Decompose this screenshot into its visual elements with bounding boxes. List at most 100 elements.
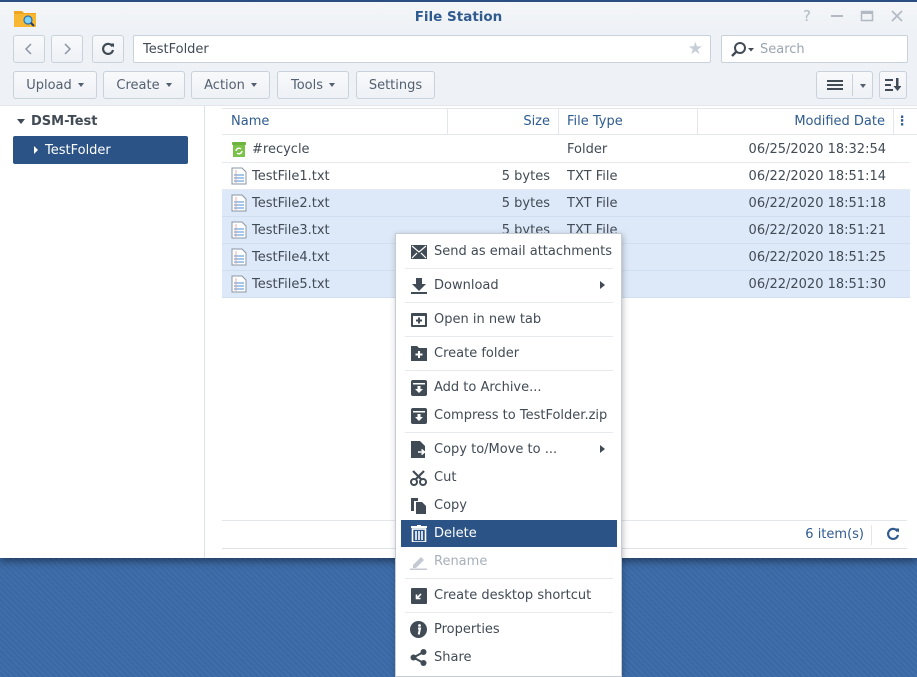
- file-modified: 06/22/2020 18:51:30: [748, 277, 886, 292]
- file-size: 5 bytes: [501, 169, 550, 184]
- file-row[interactable]: TestFile2.txt 5 bytes TXT File 06/22/2020 1…: [222, 190, 910, 217]
- tools-button[interactable]: Tools: [277, 71, 349, 99]
- column-modified-label: Modified Date: [794, 114, 885, 129]
- settings-button[interactable]: Settings: [356, 71, 435, 99]
- menu-item-copy[interactable]: Copy: [401, 492, 617, 519]
- tree-node-root[interactable]: DSM-Test: [17, 114, 98, 129]
- chevron-right-icon: [64, 43, 72, 55]
- file-modified: 06/22/2020 18:51:25: [748, 250, 886, 265]
- path-text: TestFolder: [143, 42, 209, 57]
- submenu-arrow-icon: [600, 445, 605, 453]
- file-modified: 06/22/2020 18:51:18: [748, 196, 886, 211]
- scissors-icon: [410, 469, 427, 486]
- action-button[interactable]: Action: [191, 71, 270, 99]
- favorite-star-icon[interactable]: ★: [688, 39, 703, 59]
- refresh-button[interactable]: [92, 35, 124, 63]
- menu-item-label: Delete: [434, 526, 477, 541]
- email-icon: [410, 243, 427, 260]
- tree-root-label: DSM-Test: [31, 114, 98, 129]
- file-type: Folder: [567, 142, 608, 157]
- menu-item-label: Share: [434, 650, 472, 665]
- menu-item-compress-to-testfolder-zip[interactable]: Compress to TestFolder.zip: [401, 402, 617, 429]
- chevron-down-icon: [329, 83, 336, 87]
- menu-separator: [405, 432, 613, 433]
- close-icon[interactable]: [889, 8, 905, 24]
- share-icon: [410, 649, 427, 666]
- refresh-icon: [102, 42, 115, 55]
- menu-item-delete[interactable]: Delete: [401, 520, 617, 547]
- copy-move-icon: [410, 441, 427, 458]
- status-divider: [871, 525, 872, 545]
- navigation-toolbar: TestFolder ★ Search: [0, 32, 917, 67]
- menu-separator: [405, 268, 613, 269]
- file-modified: 06/25/2020 18:32:54: [748, 142, 886, 157]
- refresh-icon[interactable]: [886, 527, 900, 541]
- view-mode-button[interactable]: [816, 71, 873, 99]
- menu-separator: [405, 302, 613, 303]
- action-label: Action: [204, 77, 245, 93]
- menu-item-properties[interactable]: Properties: [401, 616, 617, 643]
- info-icon: [410, 621, 427, 638]
- menu-item-add-to-archive[interactable]: Add to Archive...: [401, 374, 617, 401]
- chevron-down-icon: [250, 83, 257, 87]
- action-toolbar: Upload Create Action Tools Settings: [0, 67, 917, 106]
- path-input[interactable]: TestFolder ★: [133, 35, 711, 63]
- menu-item-open-in-new-tab[interactable]: Open in new tab: [401, 306, 617, 333]
- menu-item-create-desktop-shortcut[interactable]: Create desktop shortcut: [401, 582, 617, 609]
- file-name: TestFile2.txt: [252, 196, 330, 211]
- menu-item-label: Open in new tab: [434, 312, 542, 327]
- file-name: TestFile4.txt: [252, 250, 330, 265]
- file-row[interactable]: TestFile1.txt 5 bytes TXT File 06/22/2020 1…: [222, 163, 910, 190]
- menu-item-label: Create folder: [434, 346, 520, 361]
- minimize-icon[interactable]: [829, 8, 845, 24]
- file-size: 5 bytes: [501, 196, 550, 211]
- copy-icon: [410, 497, 427, 514]
- column-header-type[interactable]: File Type: [559, 109, 698, 135]
- file-list-header: Name Size File Type Modified Date ⋮: [222, 108, 917, 135]
- menu-item-cut[interactable]: Cut: [401, 464, 617, 491]
- back-button[interactable]: [13, 35, 45, 63]
- file-name: TestFile5.txt: [252, 277, 330, 292]
- menu-item-rename: Rename: [401, 548, 617, 575]
- menu-item-copy-to-move-to[interactable]: Copy to/Move to ...: [401, 436, 617, 463]
- menu-item-create-folder[interactable]: Create folder: [401, 340, 617, 367]
- file-name: TestFile3.txt: [252, 223, 330, 238]
- upload-label: Upload: [26, 77, 72, 93]
- create-folder-icon: [410, 345, 427, 362]
- file-row[interactable]: #recycle Folder 06/25/2020 18:32:54: [222, 136, 910, 163]
- menu-item-download[interactable]: Download: [401, 272, 617, 299]
- file-type: TXT File: [567, 196, 618, 211]
- tree-node-testfolder[interactable]: TestFolder: [13, 136, 188, 164]
- new-tab-icon: [410, 311, 427, 328]
- download-icon: [410, 277, 427, 294]
- menu-item-label: Cut: [434, 470, 457, 485]
- item-count: 6 item(s): [805, 527, 864, 542]
- collapse-caret-icon[interactable]: [34, 146, 38, 154]
- forward-button[interactable]: [51, 35, 83, 63]
- column-name-label: Name: [231, 114, 270, 129]
- menu-item-label: Copy to/Move to ...: [434, 442, 558, 457]
- menu-item-share[interactable]: Share: [401, 644, 617, 671]
- tree-node-label: TestFolder: [45, 142, 111, 158]
- create-button[interactable]: Create: [103, 71, 185, 99]
- column-header-modified[interactable]: Modified Date: [698, 109, 894, 135]
- upload-button[interactable]: Upload: [13, 71, 97, 99]
- menu-item-label: Rename: [434, 554, 488, 569]
- text-file-icon: [231, 248, 247, 266]
- help-icon[interactable]: ?: [799, 8, 815, 24]
- search-icon[interactable]: [730, 41, 756, 57]
- menu-item-label: Copy: [434, 498, 467, 513]
- folder-tree-sidebar: DSM-Test TestFolder: [0, 106, 205, 558]
- menu-item-send-as-email-attachments[interactable]: Send as email attachments: [401, 238, 617, 265]
- window-title: File Station: [414, 9, 503, 25]
- maximize-icon[interactable]: [859, 8, 875, 24]
- search-input[interactable]: Search: [721, 35, 908, 63]
- column-header-name[interactable]: Name: [222, 109, 448, 135]
- column-options-icon[interactable]: ⋮: [894, 109, 910, 135]
- expand-caret-icon[interactable]: [17, 119, 25, 124]
- sort-button[interactable]: [879, 71, 907, 99]
- column-header-size[interactable]: Size: [448, 109, 559, 135]
- menu-separator: [405, 612, 613, 613]
- create-label: Create: [116, 77, 160, 93]
- chevron-down-icon: [77, 83, 84, 87]
